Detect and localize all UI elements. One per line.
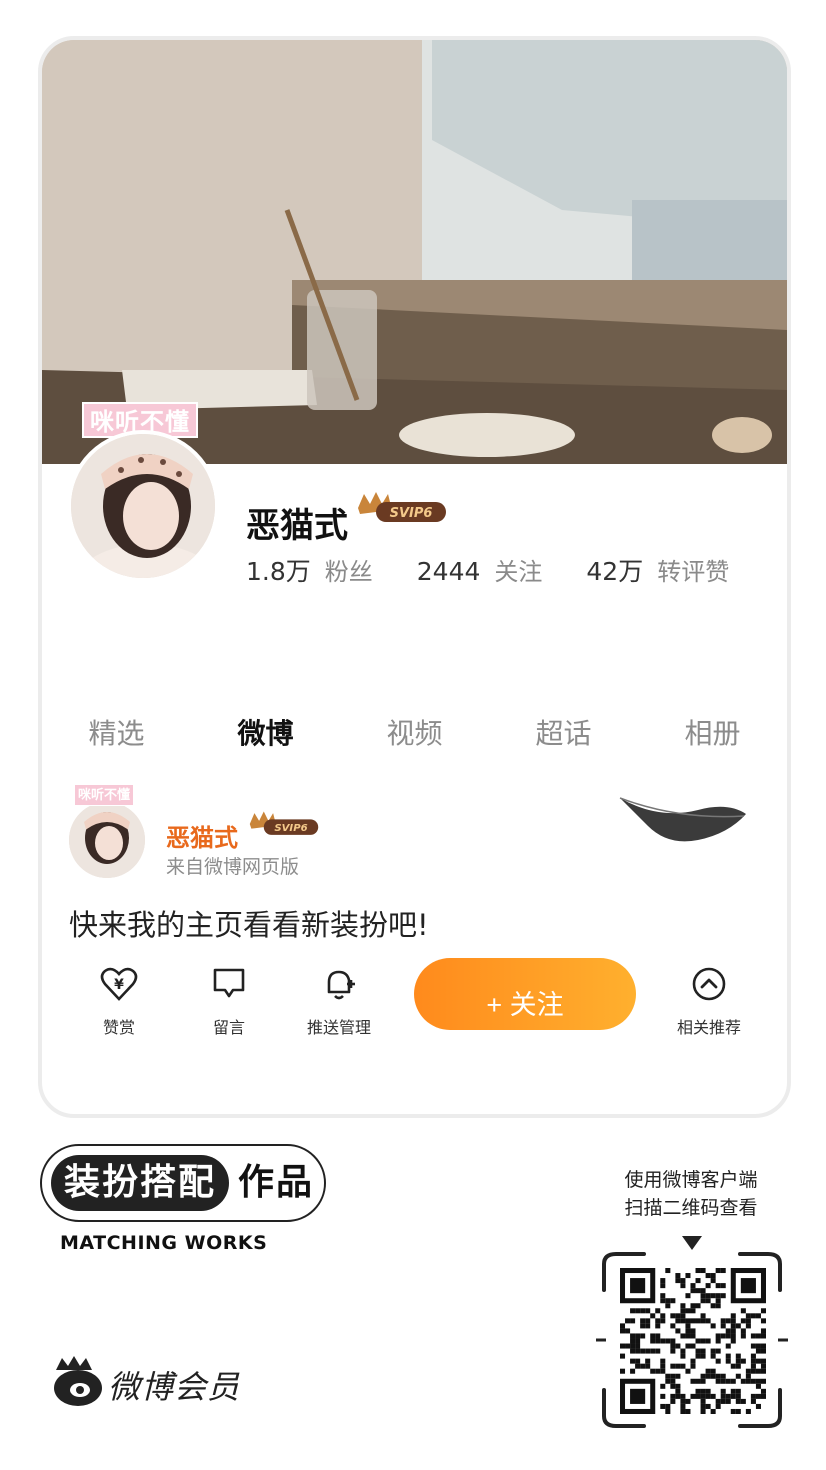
qr-code-icon[interactable] [620, 1268, 766, 1414]
bell-plus-icon [327, 970, 355, 1000]
username: 恶猫式 [246, 506, 348, 546]
svg-text:SVIP6: SVIP6 [274, 823, 307, 834]
profile-card: 咪听不懂 恶猫式 SVIP6 1.8万 粉丝 2444 关注 42万 转评赞 精… [38, 36, 791, 1118]
stat-label: 关注 [494, 558, 543, 586]
qr-hint-line1: 使用微博客户端 [624, 1169, 758, 1191]
post-content: 快来我的主页看看新装扮吧! [69, 908, 429, 942]
follow-button[interactable]: + 关注 [414, 958, 636, 1030]
post-author[interactable]: 恶猫式 [166, 818, 238, 853]
works-badge: 装扮搭配 作品 [40, 1144, 326, 1222]
post-source: 来自微博网页版 [166, 856, 300, 878]
tab-weibo[interactable]: 微博 [191, 712, 340, 752]
badge-suffix: 作品 [238, 1162, 315, 1203]
stat-following[interactable]: 2444 关注 [417, 552, 543, 588]
action-bar: ¥ 赞赏 留言 推送管理 + 关注 相关推荐 [42, 958, 787, 1048]
push-settings-label: 推送管理 [306, 1018, 371, 1037]
stat-label: 转评赞 [657, 558, 730, 586]
message-button[interactable]: 留言 [184, 964, 274, 1038]
svip-badge: SVIP6 [358, 492, 446, 522]
tab-album[interactable]: 相册 [638, 712, 787, 752]
badge-title: 装扮搭配 [51, 1155, 229, 1211]
cover-photo [42, 40, 787, 464]
post-svip-badge: SVIP6 [249, 811, 319, 835]
related-button[interactable]: 相关推荐 [664, 964, 754, 1038]
tab-supertopic[interactable]: 超话 [489, 712, 638, 752]
profile-stats: 1.8万 粉丝 2444 关注 42万 转评赞 [246, 552, 773, 588]
message-icon [213, 968, 245, 998]
post-avatar-tag: 咪听不懂 [74, 784, 135, 806]
svg-text:¥: ¥ [114, 977, 124, 993]
avatar[interactable] [67, 430, 219, 582]
profile-tabs: 精选 微博 视频 超话 相册 [42, 712, 787, 752]
tab-video[interactable]: 视频 [340, 712, 489, 752]
qr-hint-line2: 扫描二维码查看 [624, 1197, 758, 1219]
brand-name: 微博会员 [108, 1368, 241, 1406]
stat-value: 42万 [586, 557, 644, 586]
post-avatar[interactable] [67, 796, 147, 878]
works-subtitle: MATCHING WORKS [60, 1232, 268, 1254]
stat-value: 2444 [416, 557, 481, 586]
related-label: 相关推荐 [676, 1018, 741, 1037]
feather-icon [619, 797, 746, 842]
reward-button[interactable]: ¥ 赞赏 [74, 964, 164, 1038]
chevron-up-circle-icon [692, 967, 726, 1001]
message-label: 留言 [212, 1018, 245, 1037]
stat-value: 1.8万 [246, 557, 311, 586]
stat-label: 粉丝 [324, 558, 373, 586]
qr-hint: 使用微博客户端 扫描二维码查看 [596, 1166, 786, 1222]
stat-likes[interactable]: 42万 转评赞 [586, 552, 729, 588]
heart-yen-icon: ¥ [100, 967, 138, 1001]
reward-label: 赞赏 [102, 1018, 135, 1037]
svg-text:SVIP6: SVIP6 [390, 506, 433, 521]
push-settings-button[interactable]: 推送管理 [294, 964, 384, 1038]
stat-fans[interactable]: 1.8万 粉丝 [246, 552, 373, 588]
tab-featured[interactable]: 精选 [42, 712, 191, 752]
